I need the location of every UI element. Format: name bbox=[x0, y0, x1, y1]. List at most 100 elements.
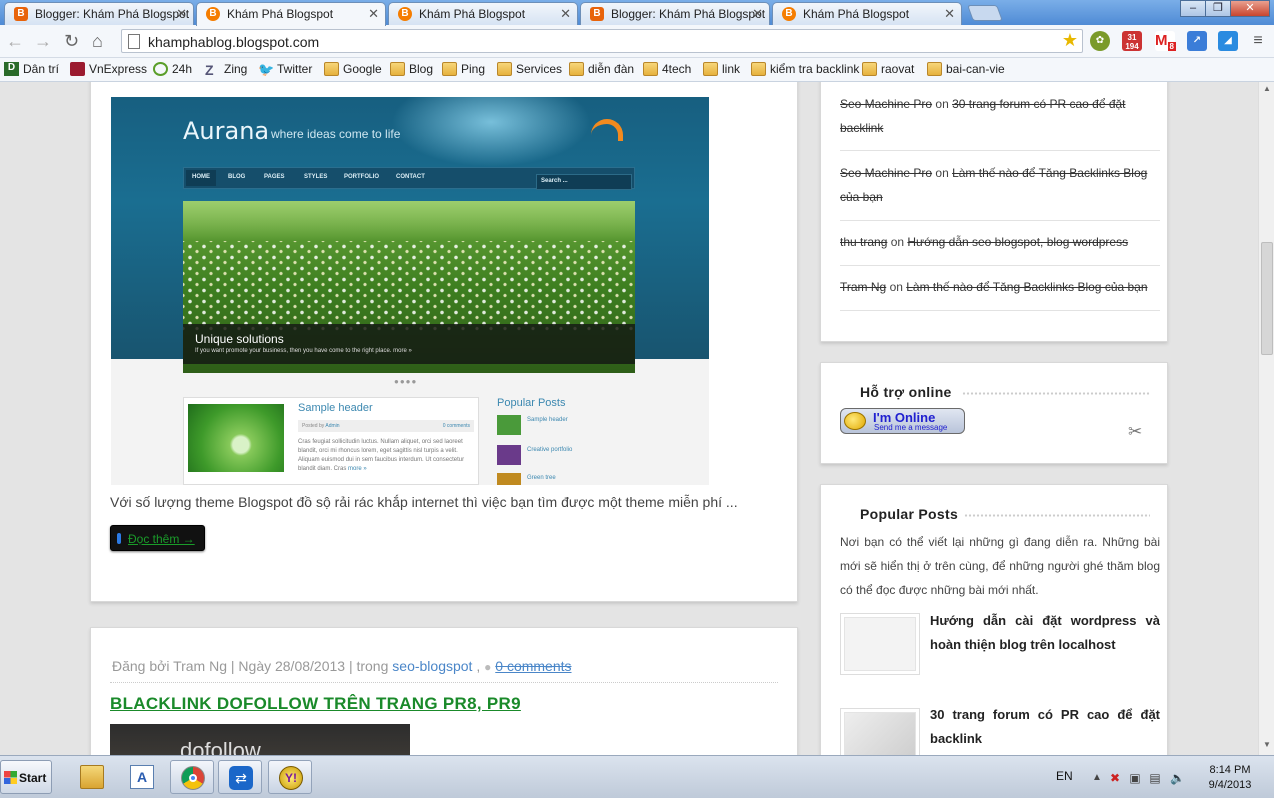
popular-post-thumb[interactable] bbox=[840, 708, 920, 755]
bookmark-ping[interactable]: Ping bbox=[442, 62, 485, 76]
bookmark-kiem-tra-backlink[interactable]: kiểm tra backlink bbox=[751, 62, 859, 76]
back-arrow-icon[interactable]: ← bbox=[6, 31, 24, 51]
language-indicator[interactable]: EN bbox=[1056, 769, 1073, 783]
popular-post-title[interactable]: 30 trang forum có PR cao để đặt backlink bbox=[930, 703, 1160, 751]
popular-description: Nơi bạn có thể viết lại những gì đang di… bbox=[840, 535, 1160, 597]
start-button[interactable]: Start bbox=[0, 760, 52, 794]
maximize-button[interactable]: ❐ bbox=[1205, 0, 1231, 17]
tab-5[interactable]: B Khám Phá Blogspot ✕ bbox=[772, 2, 962, 25]
reload-icon[interactable]: ↻ bbox=[64, 31, 79, 51]
comment-user[interactable]: thu trang bbox=[840, 235, 887, 249]
gmail-badge: 8 bbox=[1167, 42, 1176, 51]
bookmark-link[interactable]: link bbox=[703, 62, 740, 76]
bookmark-zing[interactable]: Z Zing bbox=[205, 62, 248, 78]
popular-post-thumb[interactable] bbox=[840, 613, 920, 675]
start-label: Start bbox=[19, 771, 47, 785]
comment-post-link[interactable]: Hướng dẫn seo blogspot, blog wordpress bbox=[907, 235, 1128, 249]
post-title[interactable]: BLACKLINK DOFOLLOW TRÊN TRANG PR8, PR9 bbox=[110, 694, 521, 714]
bookmark-24h[interactable]: 24h bbox=[153, 62, 192, 76]
comment-user[interactable]: Seo Machine Pro bbox=[840, 97, 932, 111]
bookmark-raovat[interactable]: raovat bbox=[862, 62, 914, 76]
comment-user[interactable]: Seo Machine Pro bbox=[840, 166, 932, 180]
popular-thumb bbox=[497, 415, 521, 435]
bookmark-dien-dan[interactable]: diễn đàn bbox=[569, 62, 634, 76]
post-category-link[interactable]: seo-blogspot bbox=[392, 658, 472, 674]
new-tab-button[interactable] bbox=[967, 5, 1003, 21]
calendar-extension-icon[interactable]: 31 194 bbox=[1122, 31, 1142, 51]
slide-caption: Unique solutions If you want promote you… bbox=[183, 324, 635, 364]
taskbar-chrome[interactable] bbox=[170, 760, 214, 794]
tab-4[interactable]: B Blogger: Khám Phá Blogspot ✕ bbox=[580, 2, 770, 25]
network-warning-icon[interactable]: ✖ bbox=[1108, 771, 1122, 785]
bookmark-vnexpress[interactable]: VnExpress bbox=[70, 62, 147, 76]
taskbar-wordpad[interactable]: A bbox=[120, 760, 164, 794]
forward-arrow-icon[interactable]: → bbox=[34, 31, 52, 51]
folder-icon bbox=[862, 62, 877, 76]
hero-image: Unique solutions If you want promote you… bbox=[183, 201, 635, 373]
comment-item: Seo Machine Pro on 30 trang forum có PR … bbox=[840, 92, 1160, 140]
bookmark-4tech[interactable]: 4tech bbox=[643, 62, 691, 76]
bookmark-google[interactable]: Google bbox=[324, 62, 382, 76]
post-comments-link[interactable]: 0 comments bbox=[495, 658, 571, 674]
close-icon[interactable]: ✕ bbox=[752, 6, 763, 22]
tab-1[interactable]: B Blogger: Khám Phá Blogspot ✕ bbox=[4, 2, 194, 25]
bookmark-star-icon[interactable]: ★ bbox=[1062, 30, 1078, 51]
yahoo-online-status[interactable]: I'm Online Send me a message bbox=[840, 408, 965, 434]
close-icon[interactable]: ✕ bbox=[944, 6, 955, 22]
close-window-button[interactable]: ✕ bbox=[1230, 0, 1270, 17]
theme-logo: Aurana bbox=[183, 117, 270, 145]
scroll-up-icon[interactable]: ▲ bbox=[1263, 84, 1271, 93]
water-drop-image bbox=[188, 404, 284, 472]
folder-icon bbox=[927, 62, 942, 76]
read-more-button[interactable]: Đọc thêm → bbox=[110, 525, 205, 551]
bookmark-blog[interactable]: Blog bbox=[390, 62, 433, 76]
bookmark-label: diễn đàn bbox=[588, 62, 635, 76]
post-card: Aurana where ideas come to life HOME BLO… bbox=[90, 82, 798, 602]
bookmark-bai-can-vie[interactable]: bai-can-vie bbox=[927, 62, 1005, 76]
comment-user[interactable]: Tram Ng bbox=[840, 280, 886, 294]
tray-device-icon[interactable]: ▣ bbox=[1128, 771, 1142, 785]
close-icon[interactable]: ✕ bbox=[176, 6, 187, 22]
bookmark-twitter[interactable]: 🐦 Twitter bbox=[258, 62, 312, 77]
tab-2[interactable]: B Khám Phá Blogspot ✕ bbox=[196, 2, 386, 26]
close-icon[interactable]: ✕ bbox=[368, 6, 379, 22]
taskbar-explorer[interactable] bbox=[70, 760, 114, 794]
slide-text: If you want promote your business, then … bbox=[195, 348, 412, 354]
minimize-button[interactable]: – bbox=[1180, 0, 1206, 17]
twitter-icon: 🐦 bbox=[258, 62, 275, 77]
gmail-icon[interactable]: M8 bbox=[1155, 31, 1176, 51]
divider bbox=[840, 265, 1160, 266]
taskbar-clock[interactable]: 8:14 PM 9/4/2013 bbox=[1198, 763, 1262, 793]
zing-icon: Z bbox=[205, 62, 214, 78]
comment-post-link[interactable]: Làm thế nào để Tăng Backlinks Blog của b… bbox=[906, 280, 1147, 294]
bookmark-label: Zing bbox=[224, 62, 248, 76]
home-icon[interactable]: ⌂ bbox=[92, 31, 103, 51]
tab-title: Khám Phá Blogspot bbox=[227, 7, 334, 21]
post-image[interactable]: dofollow bbox=[110, 724, 410, 755]
bookmark-services[interactable]: Services bbox=[497, 62, 562, 76]
nav-portfolio: PORTFOLIO bbox=[344, 174, 379, 180]
extension-gear-icon[interactable]: ✿ bbox=[1090, 31, 1110, 51]
volume-icon[interactable]: 🔈 bbox=[1170, 771, 1185, 785]
post-thumbnail[interactable]: Aurana where ideas come to life HOME BLO… bbox=[111, 97, 709, 485]
popular-post-title[interactable]: Hướng dẫn cài đặt wordpress và hoàn thiệ… bbox=[930, 609, 1160, 657]
taskbar-teamviewer[interactable]: ⇄ bbox=[218, 760, 262, 794]
tray-arrow-icon[interactable]: ▲ bbox=[1090, 771, 1104, 785]
menu-wrench-icon[interactable]: ≡ bbox=[1248, 31, 1268, 51]
extension-icon[interactable]: ◢ bbox=[1218, 31, 1238, 51]
scrollbar-thumb[interactable] bbox=[1261, 242, 1273, 355]
sample-text: Cras feugiat sollicitudin luctus. Nullam… bbox=[298, 438, 474, 474]
close-icon[interactable]: ✕ bbox=[560, 6, 571, 22]
network-icon[interactable]: ▤ bbox=[1148, 771, 1162, 785]
bookmark-label: Dân trí bbox=[23, 62, 60, 76]
address-bar[interactable]: khamphablog.blogspot.com ★ bbox=[121, 29, 1083, 53]
wrench-icon[interactable]: ✂ bbox=[1128, 422, 1142, 442]
scroll-down-icon[interactable]: ▼ bbox=[1263, 740, 1271, 749]
comment-on: on bbox=[887, 235, 908, 249]
taskbar-yahoo-messenger[interactable]: Y! bbox=[268, 760, 312, 794]
yahoo-messenger-icon: Y! bbox=[279, 766, 303, 790]
analytics-extension-icon[interactable]: ↗ bbox=[1187, 31, 1207, 51]
page-scrollbar[interactable]: ▲ ▼ bbox=[1258, 82, 1274, 755]
bookmark-dantri[interactable]: D Dân trí bbox=[4, 62, 59, 76]
tab-3[interactable]: B Khám Phá Blogspot ✕ bbox=[388, 2, 578, 25]
